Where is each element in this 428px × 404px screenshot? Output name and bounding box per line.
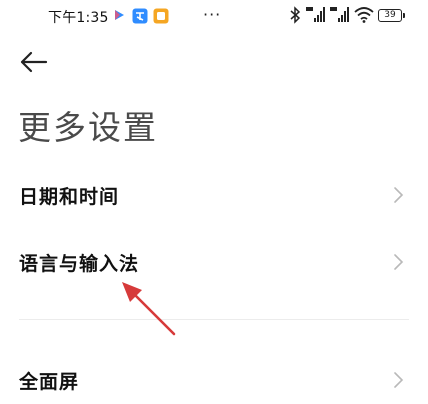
settings-item-language-input[interactable]: 语言与输入法 (0, 231, 428, 293)
messaging-app-icon (132, 8, 148, 24)
bluetooth-icon (290, 6, 301, 24)
page-title: 更多设置 (18, 108, 158, 147)
notes-app-icon (153, 8, 169, 24)
play-app-icon (115, 10, 124, 20)
section-divider (19, 319, 409, 320)
wifi-icon (354, 7, 374, 23)
chevron-right-icon (394, 187, 404, 203)
chevron-right-icon (394, 254, 404, 270)
annotation-arrow-icon (122, 282, 176, 336)
settings-screen: 下午1:35 ··· 39 更多设置 日期和时间 语言与输入法 全面屏 (0, 0, 428, 404)
status-time: 下午1:35 (48, 10, 109, 26)
back-arrow-icon[interactable] (16, 49, 52, 75)
settings-item-label: 日期和时间 (19, 186, 120, 208)
settings-item-date-time[interactable]: 日期和时间 (0, 164, 428, 226)
signal-strength-icon-1 (306, 7, 325, 22)
battery-indicator: 39 (378, 9, 402, 22)
signal-strength-icon-2 (330, 7, 349, 22)
more-notifications-indicator: ··· (203, 5, 222, 24)
settings-item-full-screen[interactable]: 全面屏 (0, 349, 428, 404)
chevron-right-icon (394, 372, 404, 388)
settings-item-label: 全面屏 (19, 371, 80, 393)
settings-item-label: 语言与输入法 (19, 253, 140, 275)
battery-tip (403, 13, 405, 18)
status-bar: 下午1:35 ··· 39 (0, 0, 428, 34)
